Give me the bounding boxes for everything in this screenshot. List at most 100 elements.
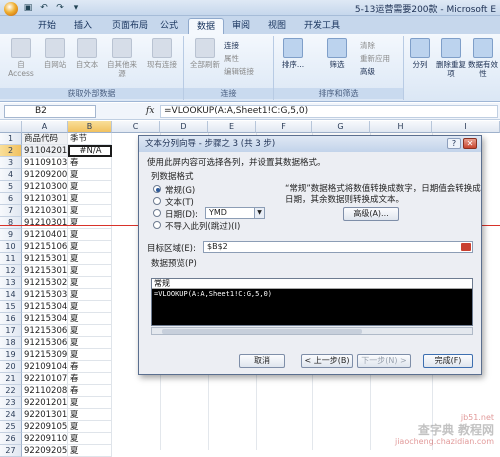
row-header[interactable]: 27 [0, 445, 22, 457]
save-icon[interactable]: ▣ [22, 2, 34, 14]
radio-date-label[interactable]: 日期(D): [165, 208, 198, 220]
row-header[interactable]: 20 [0, 361, 22, 373]
cell-product-code[interactable]: 922012016 [22, 397, 68, 409]
cell-season[interactable]: 夏 [68, 349, 112, 361]
cell-product-code[interactable]: 922101074 [22, 373, 68, 385]
cell-product-code[interactable]: 912153095 [22, 349, 68, 361]
row-header[interactable]: 9 [0, 229, 22, 241]
row-header[interactable]: 4 [0, 169, 22, 181]
row-header[interactable]: 10 [0, 241, 22, 253]
cell-season[interactable]: 夏 [68, 265, 112, 277]
preview-column-header[interactable]: 常规 [152, 279, 472, 289]
close-icon[interactable]: ✕ [463, 138, 477, 149]
back-button[interactable]: < 上一步(B) [301, 354, 353, 368]
active-cell-b2[interactable]: #N/A [68, 145, 112, 157]
next-button[interactable]: 下一步(N) > [357, 354, 411, 368]
range-picker-icon[interactable] [461, 243, 471, 251]
row-header[interactable]: 3 [0, 157, 22, 169]
cell-product-code[interactable]: 921102081 [22, 385, 68, 397]
advanced-button[interactable]: 高级(A)... [343, 207, 399, 221]
tab-review[interactable]: 审阅 [224, 18, 258, 34]
cell-season[interactable]: 春 [68, 157, 112, 169]
tab-developer[interactable]: 开发工具 [296, 18, 348, 34]
cell-season[interactable]: 夏 [68, 433, 112, 445]
radio-skip[interactable] [153, 221, 161, 229]
row-header[interactable]: 15 [0, 301, 22, 313]
tab-view[interactable]: 视图 [260, 18, 294, 34]
row-header[interactable]: 22 [0, 385, 22, 397]
tab-insert[interactable]: 插入 [66, 18, 100, 34]
cell-season[interactable]: 夏 [68, 229, 112, 241]
row-header[interactable]: 24 [0, 409, 22, 421]
cell-product-code[interactable]: 912153019 [22, 265, 68, 277]
header-cell-product-code[interactable]: 商品代码 [22, 133, 68, 145]
cell-season[interactable]: 夏 [68, 337, 112, 349]
col-header-i[interactable]: I [432, 121, 500, 133]
cell-product-code[interactable]: 921091045 [22, 361, 68, 373]
cell-season[interactable]: 夏 [68, 301, 112, 313]
col-header-b[interactable]: B [68, 121, 112, 133]
reapply-link[interactable]: 重新应用 [360, 53, 390, 64]
cell-product-code[interactable]: 911091038 [22, 157, 68, 169]
from-text-button[interactable]: 自文本 [72, 38, 102, 69]
advanced-filter-link[interactable]: 高级 [360, 66, 375, 77]
tab-home[interactable]: 开始 [30, 18, 64, 34]
col-header-c[interactable]: C [112, 121, 160, 133]
cell-product-code[interactable]: 912103011 [22, 205, 68, 217]
row-header[interactable]: 14 [0, 289, 22, 301]
cell-product-code[interactable]: 912153066 [22, 337, 68, 349]
cell-season[interactable]: 夏 [68, 217, 112, 229]
tab-formulas[interactable]: 公式 [152, 18, 186, 34]
scrollbar-thumb[interactable] [162, 329, 362, 334]
col-header-h[interactable]: H [370, 121, 432, 133]
tab-page-layout[interactable]: 页面布局 [104, 18, 156, 34]
clear-link[interactable]: 清除 [360, 40, 375, 51]
data-validation-button[interactable]: 数据有效性 [468, 38, 498, 78]
redo-icon[interactable]: ↷ [54, 2, 66, 14]
row-header[interactable]: 2 [0, 145, 22, 157]
cell-product-code[interactable]: 912151064 [22, 241, 68, 253]
cell-season[interactable]: 春 [68, 373, 112, 385]
radio-date[interactable] [153, 209, 161, 217]
cell-season[interactable]: 夏 [68, 169, 112, 181]
name-box[interactable]: B2 [4, 105, 96, 118]
cell-product-code[interactable]: 912153063 [22, 325, 68, 337]
fx-icon[interactable]: fx [146, 106, 154, 116]
row-header[interactable]: 5 [0, 181, 22, 193]
existing-connections-button[interactable]: 现有连接 [144, 38, 180, 69]
cell-season[interactable]: 夏 [68, 205, 112, 217]
row-header[interactable]: 16 [0, 313, 22, 325]
cell-product-code[interactable]: 912092001 [22, 169, 68, 181]
cell-season[interactable]: 春 [68, 361, 112, 373]
col-header-d[interactable]: D [160, 121, 208, 133]
cell-season[interactable]: 夏 [68, 325, 112, 337]
cell-product-code[interactable]: 912103010 [22, 193, 68, 205]
row-header[interactable]: 19 [0, 349, 22, 361]
header-cell-season[interactable]: 季节 [68, 133, 112, 145]
customize-qat-icon[interactable]: ▾ [70, 2, 82, 14]
text-to-columns-button[interactable]: 分列 [406, 38, 434, 69]
cell-product-code[interactable]: 922091107 [22, 433, 68, 445]
row-header[interactable]: 12 [0, 265, 22, 277]
filter-button[interactable]: 筛选 [322, 38, 352, 69]
col-header-a[interactable]: A [22, 121, 68, 133]
row-header[interactable]: 7 [0, 205, 22, 217]
properties-link[interactable]: 属性 [224, 53, 239, 64]
cell-product-code[interactable]: 912153037 [22, 289, 68, 301]
row-header[interactable]: 6 [0, 193, 22, 205]
radio-text-label[interactable]: 文本(T) [165, 196, 194, 208]
help-icon[interactable]: ? [447, 138, 461, 149]
row-header[interactable]: 25 [0, 421, 22, 433]
cell-product-code[interactable]: 912104015 [22, 229, 68, 241]
finish-button[interactable]: 完成(F) [423, 354, 473, 368]
sort-button[interactable]: 排序... [278, 38, 308, 69]
cell-product-code[interactable]: 912153025 [22, 277, 68, 289]
from-other-sources-button[interactable]: 自其他来源 [104, 38, 140, 78]
radio-text[interactable] [153, 197, 161, 205]
edit-links-link[interactable]: 编辑链接 [224, 66, 254, 77]
cell-product-code[interactable]: 912103017 [22, 217, 68, 229]
from-web-button[interactable]: 自网站 [40, 38, 70, 69]
remove-duplicates-button[interactable]: 删除重复项 [436, 38, 466, 78]
preview-scrollbar[interactable] [151, 327, 473, 335]
tab-data[interactable]: 数据 [188, 18, 225, 34]
